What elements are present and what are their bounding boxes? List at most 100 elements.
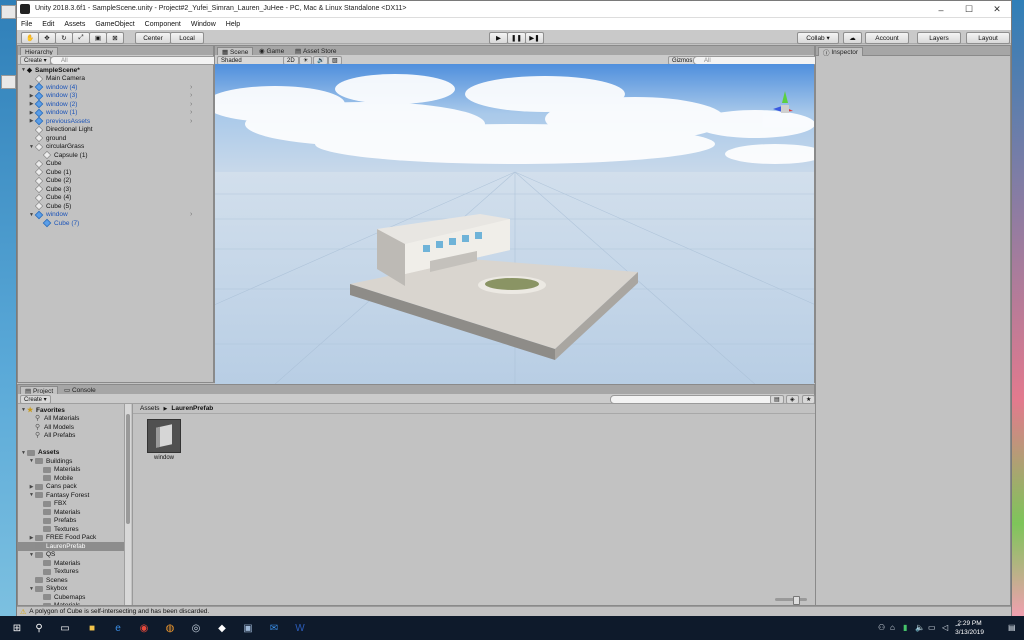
filter-label-icon[interactable]: ◈: [786, 395, 799, 404]
project-tree-item[interactable]: FBX: [18, 500, 125, 509]
menu-edit[interactable]: Edit: [42, 21, 54, 28]
project-tree-item[interactable]: ▼ Assets: [18, 449, 125, 458]
scene-viewport[interactable]: [215, 64, 814, 393]
search-icon[interactable]: ⚲: [32, 621, 46, 635]
edge-icon[interactable]: e: [111, 621, 125, 635]
project-tree-item[interactable]: Prefabs: [18, 517, 125, 526]
project-tree-item[interactable]: Materials: [18, 559, 125, 568]
project-tree-item[interactable]: ▼ Fantasy Forest: [18, 491, 125, 500]
hierarchy-item[interactable]: ▶ window (2) ›: [28, 100, 192, 109]
project-tree-item[interactable]: ▼ Buildings: [18, 457, 125, 466]
project-tree-item[interactable]: Materials: [18, 508, 125, 517]
project-tree-item[interactable]: ▶ FREE Food Pack: [18, 534, 125, 543]
task-view-icon[interactable]: ▭: [58, 621, 72, 635]
desktop-icon[interactable]: [1, 5, 16, 19]
play-button[interactable]: ▶: [489, 32, 508, 44]
layout-dropdown[interactable]: Layout: [966, 32, 1010, 44]
project-tree-item[interactable]: Materials: [18, 466, 125, 475]
language-icon[interactable]: ▭: [928, 623, 936, 632]
hierarchy-item[interactable]: Cube (5): [28, 202, 71, 211]
scene-root[interactable]: ▼ ◆ SampleScene*: [20, 66, 80, 75]
cloud-icon[interactable]: ☁: [843, 32, 862, 44]
tab-inspector[interactable]: ⓘ Inspector: [818, 47, 864, 57]
hierarchy-create-button[interactable]: Create ▾: [20, 56, 51, 65]
hierarchy-item[interactable]: Main Camera: [28, 74, 85, 84]
minimize-button[interactable]: –: [927, 1, 955, 18]
move-tool-icon[interactable]: ✥: [38, 32, 56, 44]
menu-help[interactable]: Help: [226, 21, 240, 28]
menu-gameobject[interactable]: GameObject: [95, 21, 134, 28]
clock[interactable]: 2:29 PM 3/13/2019: [955, 619, 984, 637]
battery-icon[interactable]: ▮: [903, 623, 907, 632]
hierarchy-item[interactable]: Cube (2): [28, 176, 71, 186]
mail-icon[interactable]: ✉: [267, 621, 281, 635]
tab-console[interactable]: ▭ Console: [60, 386, 100, 394]
hierarchy-item[interactable]: Capsule (1): [36, 151, 88, 160]
hierarchy-item[interactable]: ▼ circularGrass: [28, 142, 84, 152]
breadcrumb-laurenprefab[interactable]: LaurenPrefab: [171, 405, 213, 412]
hierarchy-search-input[interactable]: All: [50, 56, 222, 65]
unity-icon[interactable]: ◆: [215, 621, 229, 635]
project-tree-item[interactable]: Textures: [18, 568, 125, 577]
pivot-center-button[interactable]: Center: [135, 32, 171, 44]
tab-asset-store[interactable]: ▤ Asset Store: [291, 47, 341, 55]
hierarchy-item[interactable]: Cube (4): [28, 193, 71, 203]
scale-tool-icon[interactable]: ⤢: [72, 32, 90, 44]
hierarchy-item[interactable]: Cube (3): [28, 185, 71, 194]
project-tree-item[interactable]: Textures: [18, 525, 125, 534]
icon-size-slider[interactable]: [775, 596, 807, 605]
steam-icon[interactable]: ◎: [189, 621, 203, 635]
hierarchy-item[interactable]: ▶ previousAssets ›: [28, 117, 192, 126]
status-message[interactable]: A polygon of Cube is self-intersecting a…: [29, 608, 209, 615]
project-tree-item[interactable]: ▼ ★ Favorites: [18, 406, 125, 415]
hierarchy-item[interactable]: ▶ window (1) ›: [28, 108, 192, 118]
breadcrumb-assets[interactable]: Assets: [140, 405, 160, 412]
hierarchy-item[interactable]: Cube (7): [36, 219, 79, 228]
hand-tool-icon[interactable]: ✋: [21, 32, 39, 44]
file-explorer-icon[interactable]: ■: [85, 621, 99, 635]
hierarchy-item[interactable]: Cube (1): [28, 168, 71, 177]
volume-icon[interactable]: 🔈: [915, 623, 925, 632]
hierarchy-item[interactable]: ground: [28, 134, 66, 143]
windows-start-icon[interactable]: ⊞: [10, 621, 24, 635]
project-tree-item[interactable]: LaurenPrefab: [18, 542, 125, 551]
menu-assets[interactable]: Assets: [64, 21, 85, 28]
project-tree-scrollbar[interactable]: [124, 404, 131, 605]
notifications-icon[interactable]: ▤: [1008, 623, 1016, 632]
collab-button[interactable]: Collab ▾: [797, 32, 839, 44]
menu-component[interactable]: Component: [145, 21, 181, 28]
menu-window[interactable]: Window: [191, 21, 216, 28]
speaker-icon[interactable]: ◁: [942, 623, 948, 632]
rotate-tool-icon[interactable]: ↻: [55, 32, 73, 44]
hierarchy-item[interactable]: ▶ window (4) ›: [28, 83, 192, 92]
step-button[interactable]: ▶❚: [525, 32, 544, 44]
transform-tool-icon[interactable]: ⊠: [106, 32, 124, 44]
menu-file[interactable]: File: [21, 21, 32, 28]
desktop-icon[interactable]: [1, 75, 16, 89]
filter-type-icon[interactable]: ▤: [770, 395, 784, 404]
project-create-button[interactable]: Create ▾: [20, 395, 51, 404]
hierarchy-item[interactable]: ▶ window (3) ›: [28, 91, 192, 101]
layers-dropdown[interactable]: Layers: [917, 32, 961, 44]
people-icon[interactable]: ⚇: [878, 623, 885, 632]
word-icon[interactable]: W: [293, 621, 307, 635]
project-tree-item[interactable]: ⚲ All Prefabs: [18, 432, 125, 441]
project-tree-item[interactable]: ⚲ All Models: [18, 423, 125, 432]
hierarchy-item[interactable]: ▼ window ›: [28, 210, 192, 220]
hierarchy-item[interactable]: Directional Light: [28, 125, 93, 135]
close-button[interactable]: ✕: [983, 1, 1011, 18]
project-tree-item[interactable]: ▼ Skybox: [18, 585, 125, 594]
project-tree-item[interactable]: ▶ Cans pack: [18, 483, 125, 492]
unity-hub-icon[interactable]: ▣: [241, 621, 255, 635]
project-tree-item[interactable]: ⚲ All Materials: [18, 415, 125, 424]
maximize-button[interactable]: ☐: [955, 1, 983, 18]
network-icon[interactable]: ⌂: [890, 623, 895, 632]
project-tree-item[interactable]: Mobile: [18, 474, 125, 483]
tab-game[interactable]: ◉ Game: [255, 47, 289, 55]
account-dropdown[interactable]: Account: [865, 32, 909, 44]
pivot-local-button[interactable]: Local: [170, 32, 204, 44]
project-search-input[interactable]: [610, 395, 774, 404]
firefox-icon[interactable]: ◍: [163, 621, 177, 635]
chrome-icon[interactable]: ◉: [137, 621, 151, 635]
project-tree-item[interactable]: Scenes: [18, 576, 125, 585]
